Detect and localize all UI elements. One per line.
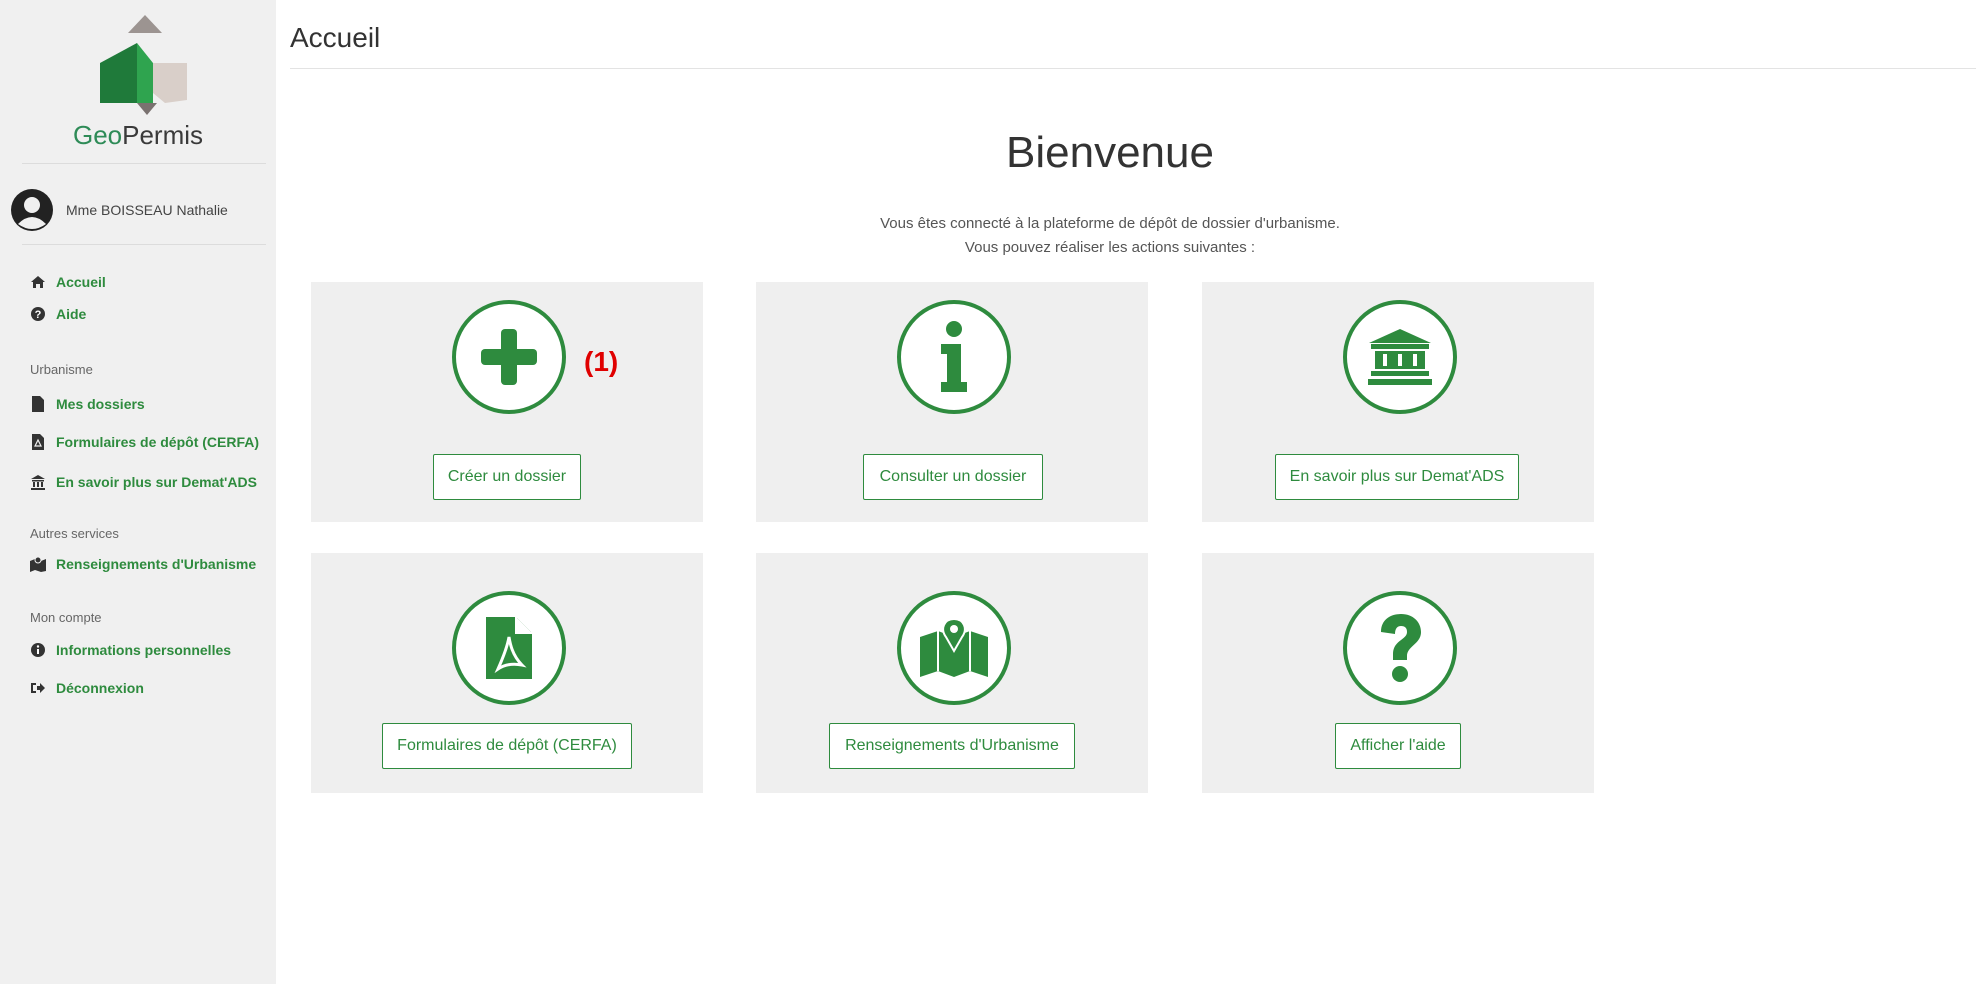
sidebar-item-label: En savoir plus sur Demat'ADS	[56, 474, 257, 490]
user-name: Mme BOISSEAU Nathalie	[66, 202, 228, 218]
brand-permis: Permis	[122, 120, 204, 150]
brand-geo: Geo	[72, 120, 123, 150]
sidebar-item-infos[interactable]: Informations personnelles	[30, 642, 231, 658]
formulaires-button[interactable]: Formulaires de dépôt (CERFA)	[382, 723, 632, 769]
info-icon[interactable]	[897, 300, 1011, 414]
page-title: Accueil	[290, 22, 381, 53]
sidebar-item-label: Mes dossiers	[56, 396, 145, 412]
file-icon	[30, 396, 46, 412]
home-icon	[30, 274, 46, 290]
sidebar-item-accueil[interactable]: Accueil	[30, 274, 106, 290]
sidebar-divider	[22, 244, 266, 245]
card-aide: Afficher l'aide	[1202, 553, 1594, 793]
svg-text:?: ?	[35, 309, 42, 321]
section-autres-services: Autres services	[30, 526, 119, 541]
header-divider	[290, 68, 1976, 69]
user-profile: Mme BOISSEAU Nathalie	[10, 188, 228, 232]
pdf-file-icon	[30, 434, 46, 450]
question-icon[interactable]	[1343, 591, 1457, 705]
card-renseignements: Renseignements d'Urbanisme	[756, 553, 1148, 793]
card-formulaires: Formulaires de dépôt (CERFA)	[311, 553, 703, 793]
welcome-heading: Bienvenue	[1006, 128, 1214, 177]
sidebar-item-mes-dossiers[interactable]: Mes dossiers	[30, 396, 145, 412]
map-icon	[30, 556, 46, 572]
sidebar-item-deconnexion[interactable]: Déconnexion	[30, 680, 144, 696]
geopermis-logo	[100, 15, 187, 115]
sidebar: GeoPermis Mme BOISSEAU Nathalie Accueil …	[0, 0, 276, 984]
section-mon-compte: Mon compte	[30, 610, 102, 625]
annotation-callout: (1)	[584, 346, 619, 377]
sidebar-item-label: Aide	[56, 306, 87, 322]
sidebar-item-label: Formulaires de dépôt (CERFA)	[56, 434, 260, 450]
map-icon[interactable]	[897, 591, 1011, 705]
pdf-file-icon[interactable]	[452, 591, 566, 705]
question-circle-icon: ?	[30, 306, 46, 322]
card-consulter-dossier: Consulter un dossier	[756, 282, 1148, 522]
consulter-dossier-button[interactable]: Consulter un dossier	[863, 454, 1043, 500]
sidebar-item-en-savoir[interactable]: En savoir plus sur Demat'ADS	[30, 474, 257, 490]
sidebar-item-label: Déconnexion	[56, 680, 144, 696]
card-en-savoir: En savoir plus sur Demat'ADS	[1202, 282, 1594, 522]
sign-out-icon	[30, 680, 46, 696]
creer-dossier-button[interactable]: Créer un dossier	[433, 454, 581, 500]
sidebar-item-label: Accueil	[56, 274, 106, 290]
intro-line-1: Vous êtes connecté à la plateforme de dé…	[880, 215, 1340, 232]
intro-text: Vous êtes connecté à la plateforme de dé…	[640, 212, 1580, 260]
avatar-icon	[11, 189, 53, 231]
sidebar-item-label: Informations personnelles	[56, 642, 232, 658]
bank-icon[interactable]	[1343, 300, 1457, 414]
card-creer-dossier: Créer un dossier	[311, 282, 703, 522]
afficher-aide-button[interactable]: Afficher l'aide	[1335, 723, 1461, 769]
renseignements-button[interactable]: Renseignements d'Urbanisme	[829, 723, 1075, 769]
en-savoir-button[interactable]: En savoir plus sur Demat'ADS	[1275, 454, 1519, 500]
sidebar-item-aide[interactable]: ? Aide	[30, 306, 86, 322]
section-urbanisme: Urbanisme	[30, 362, 93, 377]
sidebar-item-renseignements[interactable]: Renseignements d'Urbanisme	[30, 556, 256, 572]
bank-icon	[30, 474, 46, 490]
sidebar-item-formulaires[interactable]: Formulaires de dépôt (CERFA)	[30, 434, 259, 450]
brand-name: GeoPermis	[0, 120, 276, 151]
plus-icon[interactable]	[452, 300, 566, 414]
sidebar-item-label: Renseignements d'Urbanisme	[56, 556, 257, 572]
info-circle-icon	[30, 642, 46, 658]
sidebar-divider	[22, 163, 266, 164]
intro-line-2: Vous pouvez réaliser les actions suivant…	[964, 239, 1256, 256]
